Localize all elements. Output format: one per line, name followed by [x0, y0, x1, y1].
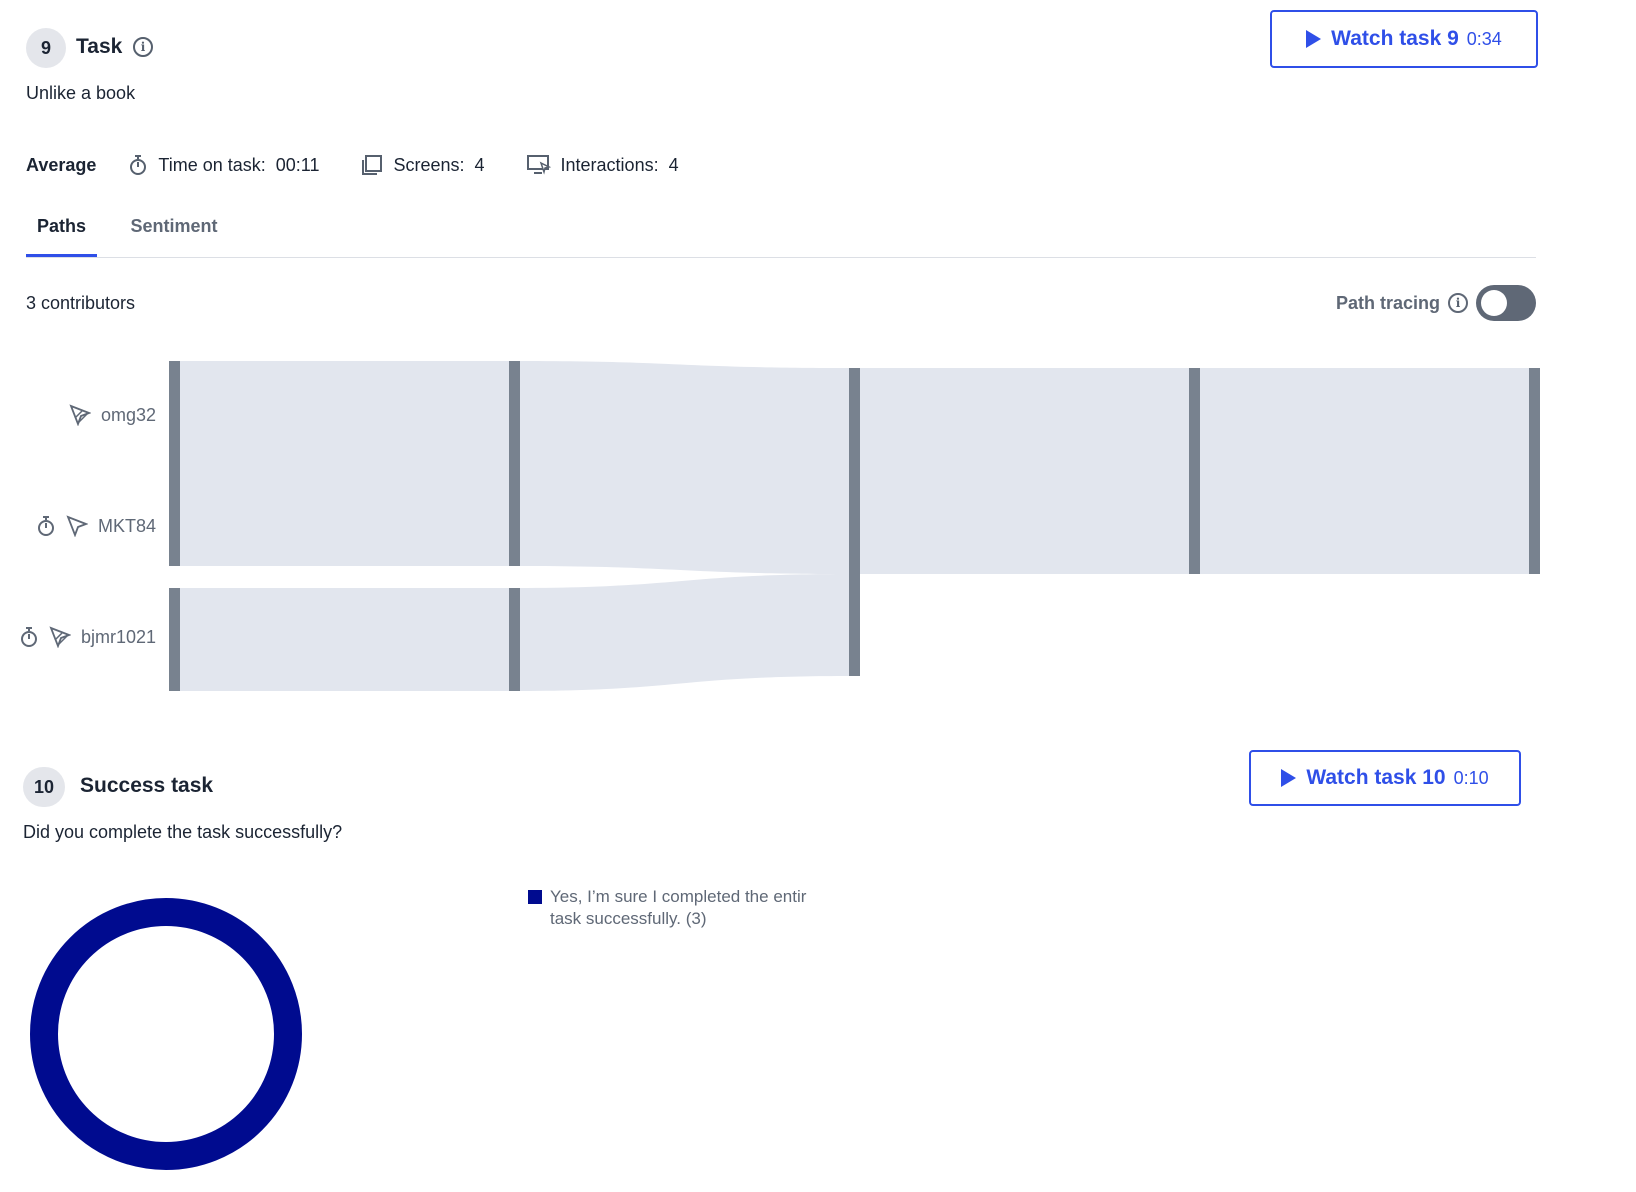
flow-link	[518, 574, 850, 691]
legend-swatch	[528, 890, 542, 904]
participant-bjmr1021[interactable]: bjmr1021	[19, 623, 156, 651]
flow-link	[1198, 368, 1530, 574]
path-icon	[69, 404, 91, 426]
participant-name: omg32	[100, 404, 156, 425]
path-node[interactable]	[849, 368, 860, 676]
flow-link	[858, 368, 1190, 574]
path-node[interactable]	[169, 361, 180, 566]
path-node[interactable]	[1189, 368, 1200, 574]
task-question: Did you complete the task successfully?	[23, 822, 343, 842]
task-number-badge: 10	[23, 767, 65, 807]
paths-diagram	[169, 361, 1540, 691]
task-number: 10	[33, 776, 55, 797]
stopwatch-icon	[36, 515, 56, 537]
legend-item[interactable]: Yes, I’m sure I completed the entir task…	[528, 886, 840, 930]
legend-label: Yes, I’m sure I completed the entir task…	[550, 887, 807, 928]
watch-task-duration: 0:10	[1453, 767, 1489, 788]
path-icon	[49, 626, 71, 648]
watch-task-10-button[interactable]: Watch task 10 0:10	[1249, 750, 1521, 806]
stopwatch-icon	[19, 626, 39, 648]
success-donut-chart	[30, 898, 302, 1170]
path-node[interactable]	[509, 361, 520, 566]
participant-MKT84[interactable]: MKT84	[36, 512, 156, 540]
watch-task-label: Watch task 10	[1306, 766, 1446, 789]
direct-path-icon	[66, 515, 88, 537]
participant-omg32[interactable]: omg32	[69, 401, 156, 429]
play-icon	[1281, 769, 1297, 787]
donut-slice[interactable]	[30, 898, 302, 1170]
path-node[interactable]	[169, 588, 180, 691]
flow-link	[174, 361, 512, 566]
path-node[interactable]	[509, 588, 520, 691]
flow-link	[518, 361, 850, 574]
participant-name: bjmr1021	[80, 626, 156, 647]
task-title: Success task	[80, 774, 214, 797]
participant-name: MKT84	[97, 515, 156, 536]
flow-link	[174, 588, 512, 691]
path-node[interactable]	[1529, 368, 1540, 574]
